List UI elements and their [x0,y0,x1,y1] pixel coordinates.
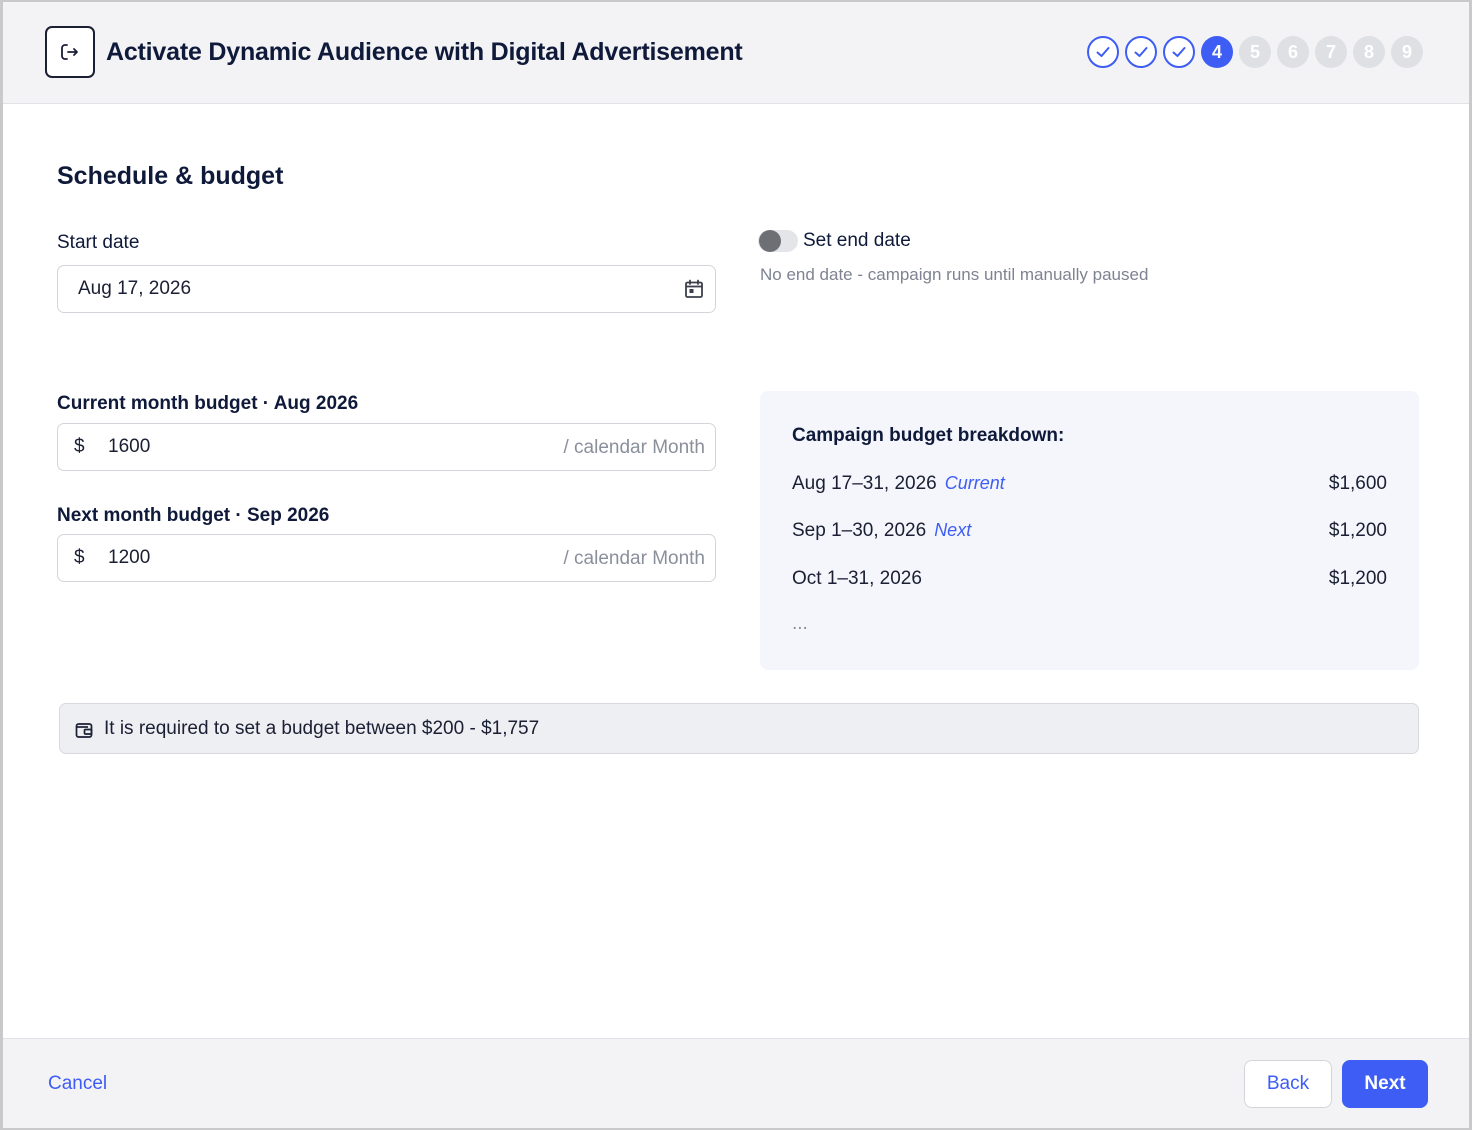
breakdown-more: ... [792,613,808,634]
step-9: 9 [1391,36,1423,68]
check-icon [1096,47,1110,57]
exit-arrow-icon [61,44,78,60]
back-button[interactable]: Back [1244,1060,1332,1108]
wizard-dialog: Activate Dynamic Audience with Digital A… [0,0,1472,1130]
end-date-toggle[interactable] [758,230,798,252]
current-budget-value: 1600 [108,436,151,457]
section-title: Schedule & budget [57,162,284,190]
check-icon [1172,47,1186,57]
end-date-toggle-label[interactable]: Set end date [803,230,911,252]
breakdown-amount: $1,200 [1328,520,1387,541]
current-budget-label: Current month budget · Aug 2026 [57,393,359,414]
end-date-help-text: No end date - campaign runs until manual… [760,265,1149,284]
budget-period-suffix: / calendar Month [563,548,705,569]
step-5: 5 [1239,36,1271,68]
next-budget-label: Next month budget · Sep 2026 [57,505,330,526]
dialog-title: Activate Dynamic Audience with Digital A… [106,38,743,66]
currency-prefix: $ [74,547,85,568]
breakdown-row: Aug 17–31, 2026 Current $1,600 [792,473,1387,499]
dialog-footer: Cancel Back Next [3,1038,1469,1128]
step-8: 8 [1353,36,1385,68]
breakdown-period: Sep 1–30, 2026 Next [792,520,972,541]
step-4[interactable]: 4 [1201,36,1233,68]
wallet-icon [75,723,93,738]
breakdown-row: Sep 1–30, 2026 Next $1,200 [792,520,1387,546]
breakdown-title: Campaign budget breakdown: [792,425,1065,446]
current-budget-input[interactable]: $ 1600 / calendar Month [57,423,716,471]
start-date-value: Aug 17, 2026 [78,278,192,299]
breakdown-amount: $1,200 [1328,568,1387,589]
next-budget-value: 1200 [108,547,151,568]
next-budget-input[interactable]: $ 1200 / calendar Month [57,534,716,582]
step-2[interactable] [1125,36,1157,68]
current-tag: Current [944,473,1005,493]
breakdown-period: Aug 17–31, 2026 Current [792,473,1005,494]
budget-breakdown-panel: Campaign budget breakdown: Aug 17–31, 20… [760,391,1419,670]
step-1[interactable] [1087,36,1119,68]
check-icon [1134,47,1148,57]
step-3[interactable] [1163,36,1195,68]
toggle-knob [759,230,781,252]
breakdown-amount: $1,600 [1328,473,1387,494]
step-6: 6 [1277,36,1309,68]
notice-text: It is required to set a budget between $… [104,718,540,739]
start-date-input[interactable]: Aug 17, 2026 [57,265,716,313]
progress-stepper: 4 5 6 7 8 9 [1087,36,1423,68]
next-button[interactable]: Next [1342,1060,1428,1108]
breakdown-row: Oct 1–31, 2026 $1,200 [792,568,1387,594]
dialog-header: Activate Dynamic Audience with Digital A… [3,2,1469,104]
budget-requirement-notice: It is required to set a budget between $… [59,703,1419,754]
cancel-button[interactable]: Cancel [48,1073,107,1095]
breakdown-period: Oct 1–31, 2026 [792,568,922,589]
step-7: 7 [1315,36,1347,68]
calendar-icon[interactable] [683,278,705,300]
next-tag: Next [934,520,972,540]
start-date-label: Start date [57,232,140,253]
budget-period-suffix: / calendar Month [563,437,705,458]
exit-button[interactable] [45,26,95,78]
currency-prefix: $ [74,436,85,457]
